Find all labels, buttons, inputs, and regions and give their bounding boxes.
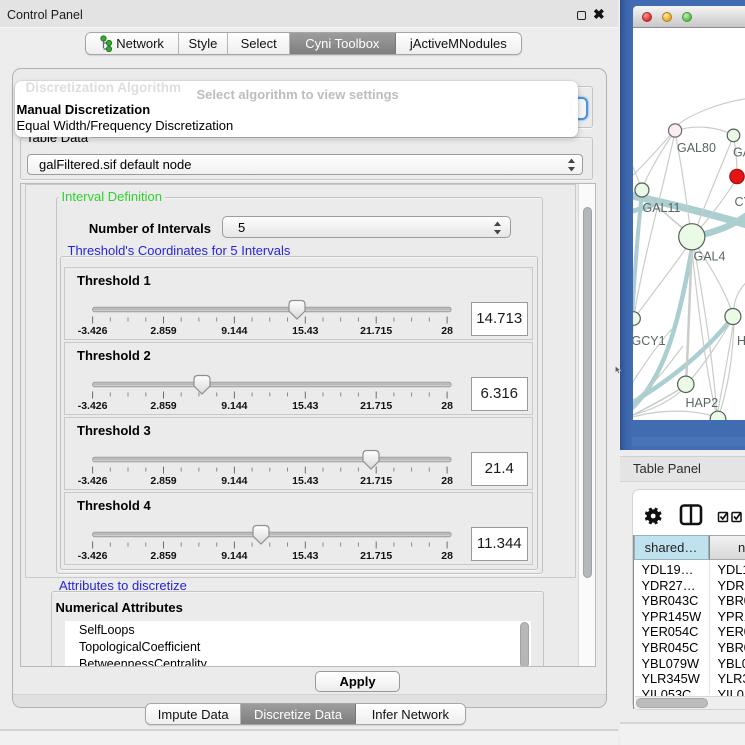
svg-text:21.715: 21.715 [360, 325, 392, 337]
svg-text:GAL: GAL [733, 146, 745, 160]
svg-text:21.715: 21.715 [360, 475, 392, 487]
svg-text:9.144: 9.144 [221, 475, 247, 487]
svg-text:21.715: 21.715 [360, 400, 392, 412]
svg-text:9.144: 9.144 [221, 550, 247, 562]
svg-text:2.859: 2.859 [150, 550, 176, 562]
svg-text:9.144: 9.144 [221, 325, 247, 337]
svg-text:GAL80: GAL80 [677, 141, 716, 155]
svg-text:2.859: 2.859 [150, 400, 176, 412]
svg-text:-3.426: -3.426 [78, 400, 108, 412]
svg-text:15.43: 15.43 [292, 325, 318, 337]
svg-text:-3.426: -3.426 [78, 550, 108, 562]
svg-text:15.43: 15.43 [292, 400, 318, 412]
svg-text:2.859: 2.859 [150, 325, 176, 337]
svg-text:-3.426: -3.426 [78, 325, 108, 337]
svg-text:CY: CY [734, 195, 745, 209]
svg-text:GAL11: GAL11 [642, 201, 680, 215]
svg-text:-3.426: -3.426 [78, 475, 108, 487]
svg-text:H: H [737, 334, 745, 348]
svg-text:2.859: 2.859 [150, 475, 176, 487]
svg-text:28: 28 [441, 475, 453, 487]
svg-text:GAL4: GAL4 [693, 250, 725, 264]
svg-text:21.715: 21.715 [360, 550, 392, 562]
svg-text:28: 28 [441, 325, 453, 337]
svg-text:28: 28 [441, 400, 453, 412]
svg-text:GCY1: GCY1 [633, 334, 666, 348]
svg-text:28: 28 [441, 550, 453, 562]
svg-text:HAP2: HAP2 [685, 396, 718, 410]
svg-text:15.43: 15.43 [292, 550, 318, 562]
svg-text:9.144: 9.144 [221, 400, 247, 412]
svg-text:15.43: 15.43 [292, 475, 318, 487]
